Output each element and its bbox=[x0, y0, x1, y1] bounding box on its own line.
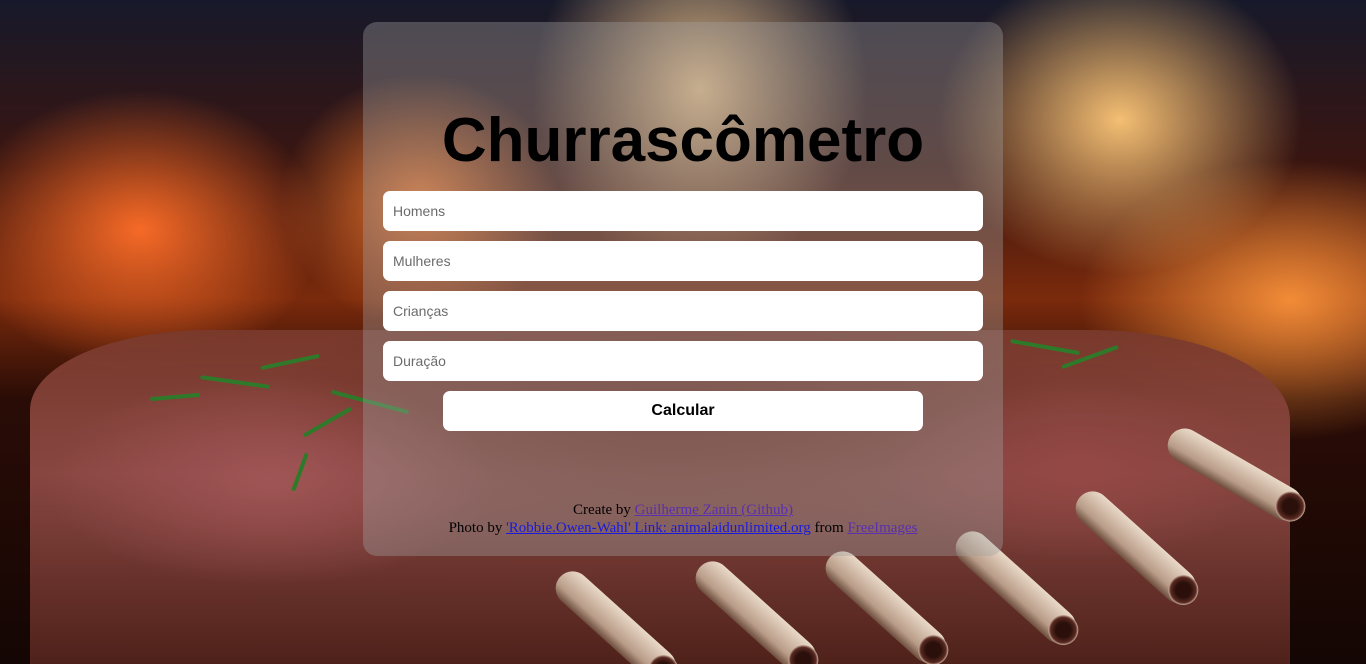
homens-input[interactable] bbox=[383, 191, 983, 231]
duracao-input[interactable] bbox=[383, 341, 983, 381]
mulheres-input[interactable] bbox=[383, 241, 983, 281]
credits-author-line: Create by Guilherme Zanin (Github) bbox=[363, 501, 1003, 519]
page-title: Churrascômetro bbox=[441, 106, 925, 175]
author-link[interactable]: Guilherme Zanin (Github) bbox=[635, 502, 793, 518]
photographer-link[interactable]: 'Robbie.Owen-Wahl' Link: animalaidunlimi… bbox=[506, 520, 811, 536]
freeimages-link[interactable]: FreeImages bbox=[847, 520, 917, 536]
credits-photo-line: Photo by 'Robbie.Owen-Wahl' Link: animal… bbox=[363, 519, 1003, 537]
credits: Create by Guilherme Zanin (Github) Photo… bbox=[363, 501, 1003, 537]
credits-photo-prefix: Photo by bbox=[448, 520, 507, 536]
calcular-button[interactable]: Calcular bbox=[443, 391, 923, 431]
credits-author-prefix: Create by bbox=[573, 502, 635, 518]
credits-from-text: from bbox=[810, 520, 848, 536]
calculator-card: Churrascômetro Calcular Create by Guilhe… bbox=[363, 22, 1003, 556]
criancas-input[interactable] bbox=[383, 291, 983, 331]
